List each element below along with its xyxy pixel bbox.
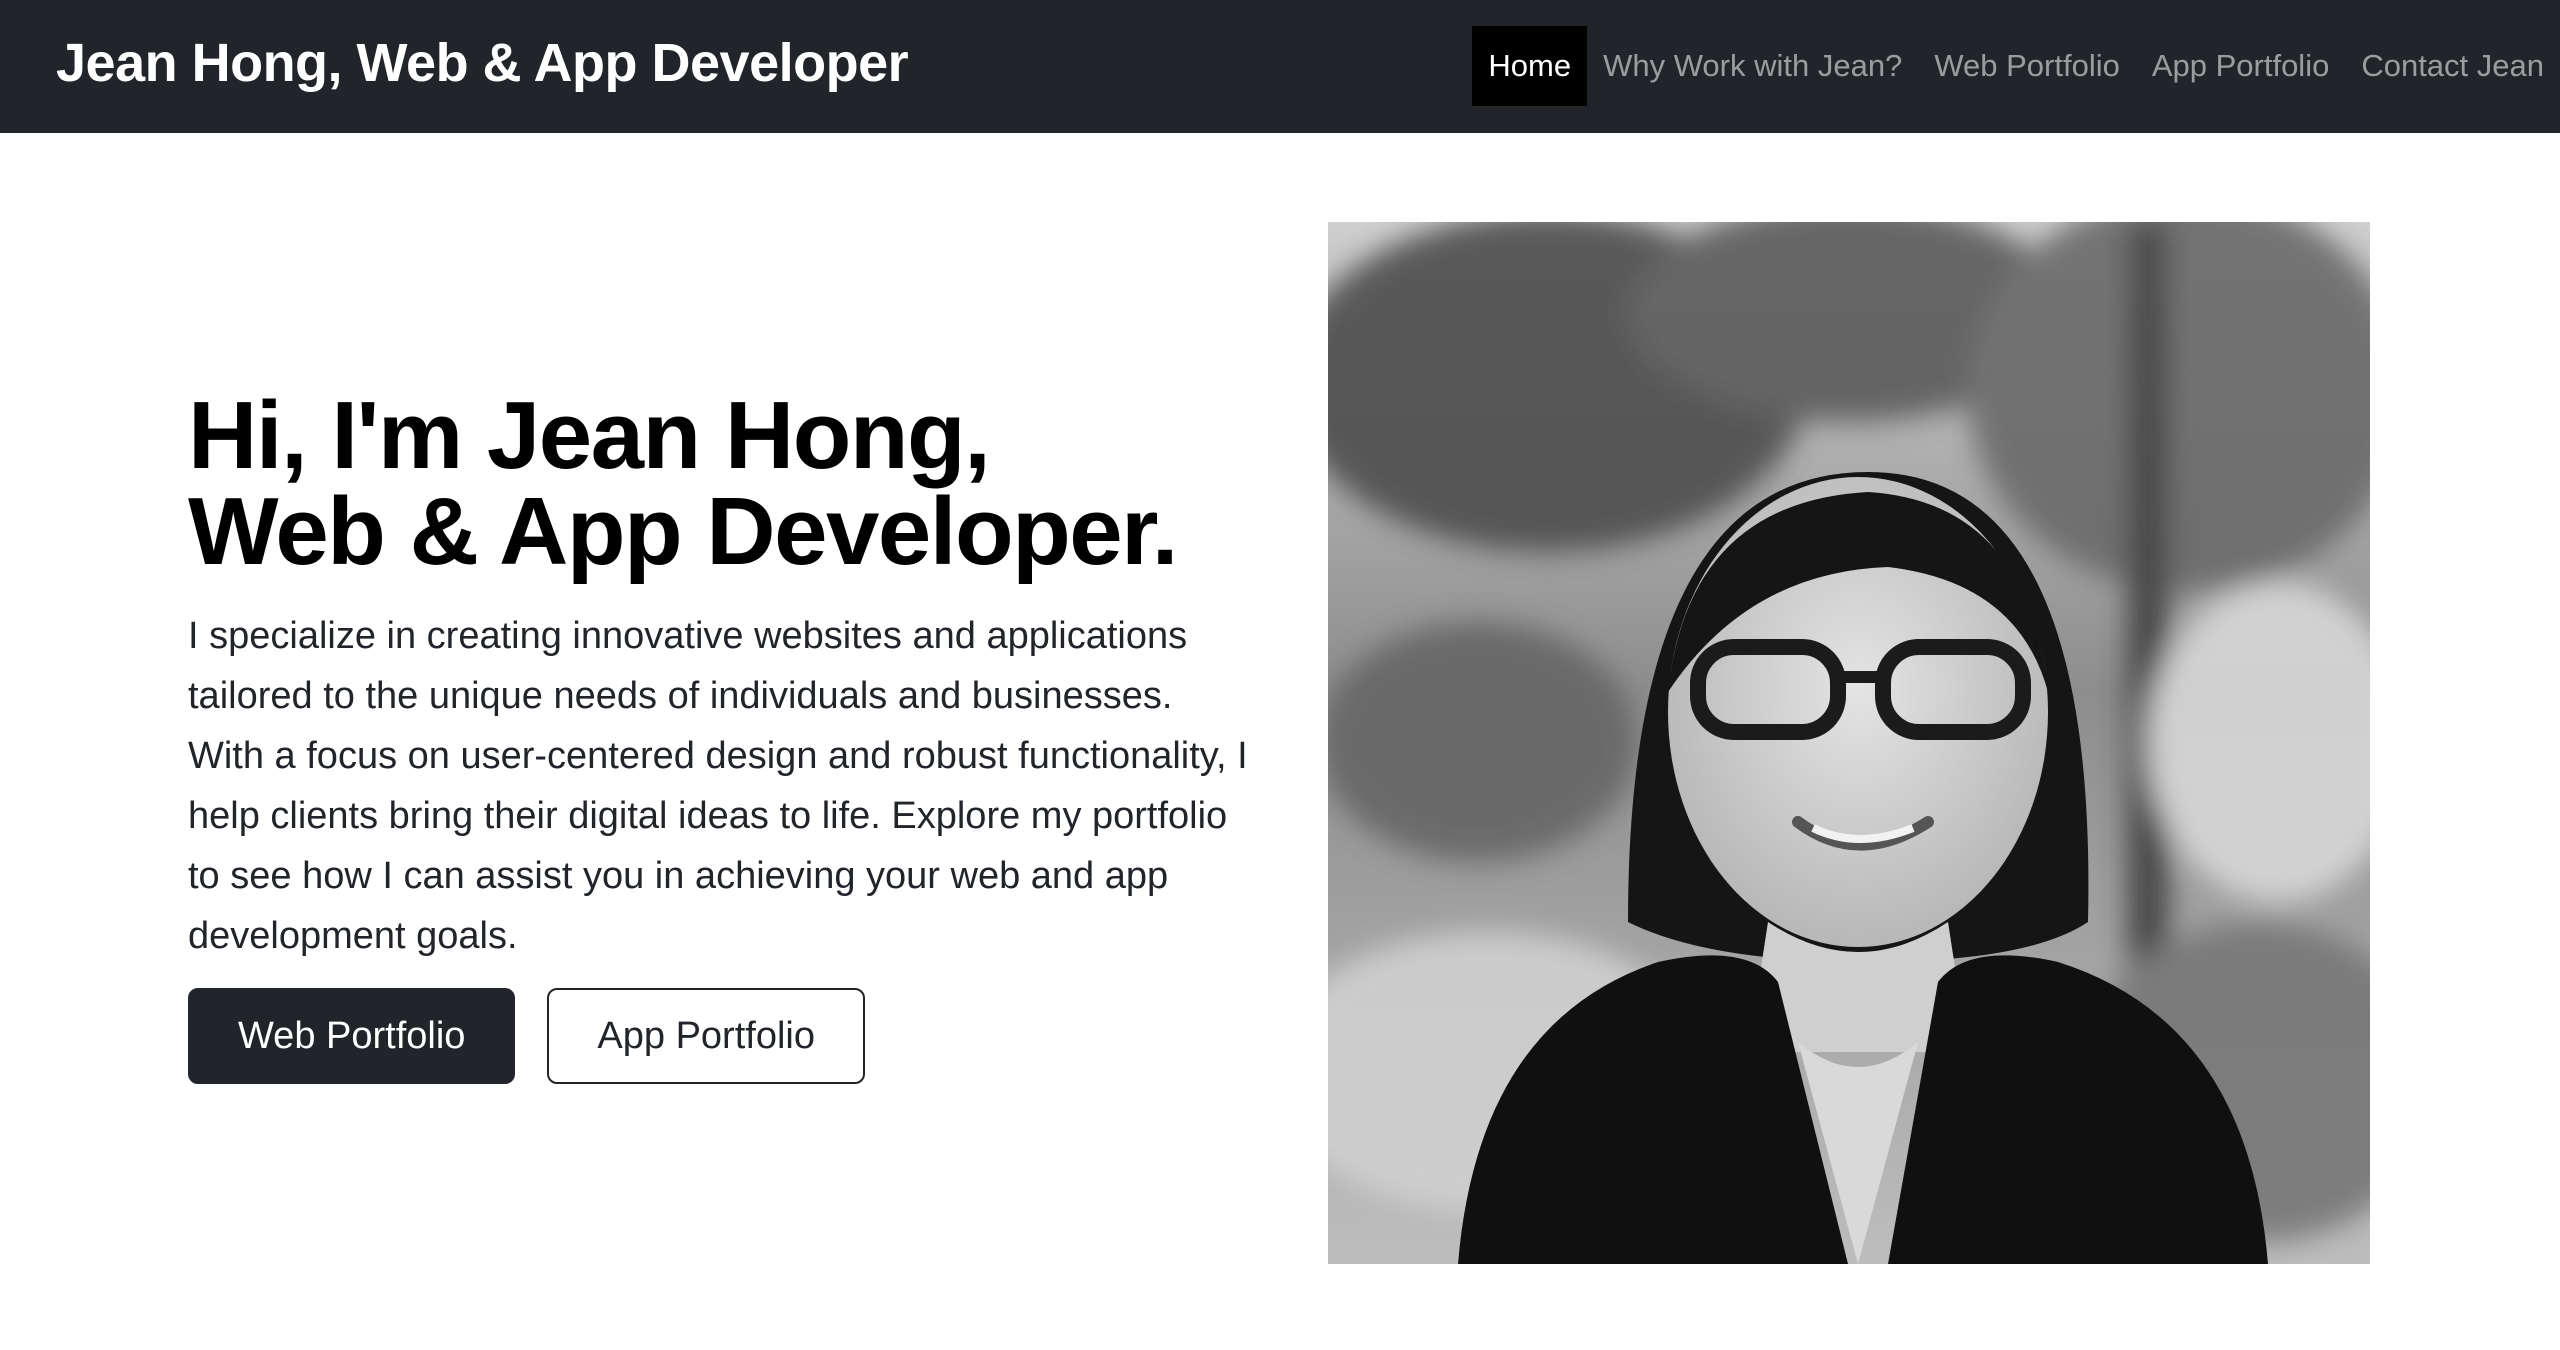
nav-link-why-work[interactable]: Why Work with Jean? (1587, 26, 1918, 106)
nav-link-app-portfolio[interactable]: App Portfolio (2136, 26, 2346, 106)
top-navbar: Jean Hong, Web & App Developer Home Why … (0, 0, 2560, 133)
hero-title: Hi, I'm Jean Hong, Web & App Developer. (188, 388, 1248, 580)
nav-link-contact[interactable]: Contact Jean (2345, 26, 2560, 106)
nav-link-web-portfolio[interactable]: Web Portfolio (1918, 26, 2136, 106)
hero-section: Hi, I'm Jean Hong, Web & App Developer. … (188, 388, 1248, 1084)
hero-title-line-1: Hi, I'm Jean Hong, (188, 382, 991, 489)
hero-title-line-2: Web & App Developer. (188, 478, 1178, 585)
hero-lead-paragraph: I specialize in creating innovative webs… (188, 615, 1248, 957)
nav-links: Home Why Work with Jean? Web Portfolio A… (1472, 26, 2560, 106)
portrait-photo (1328, 222, 2370, 1264)
nav-link-home[interactable]: Home (1472, 26, 1588, 106)
app-portfolio-button[interactable]: App Portfolio (547, 988, 865, 1084)
navbar-brand[interactable]: Jean Hong, Web & App Developer (56, 32, 909, 94)
hero-buttons: Web Portfolio App Portfolio (188, 988, 1248, 1084)
web-portfolio-button[interactable]: Web Portfolio (188, 988, 516, 1084)
portrait-photo-graphic (1328, 222, 2370, 1264)
